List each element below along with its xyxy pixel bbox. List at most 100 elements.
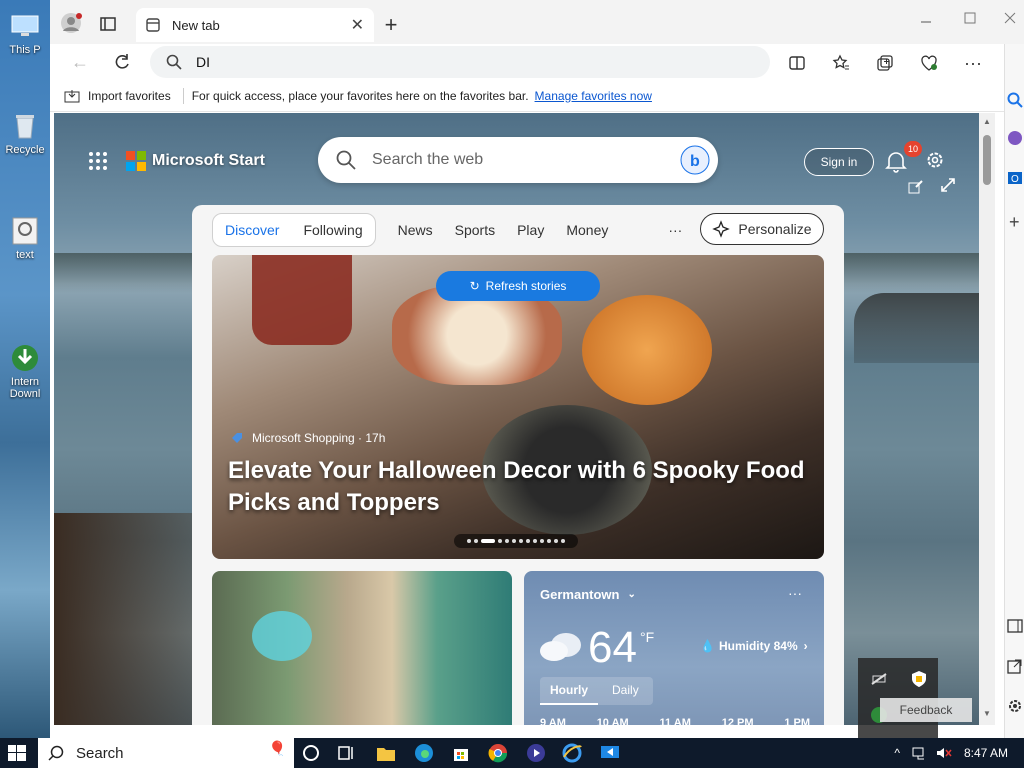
browser-essentials-button[interactable]	[918, 52, 940, 74]
carousel-dot[interactable]	[505, 539, 509, 543]
nav-news[interactable]: News	[398, 222, 433, 238]
tray-app-icon[interactable]	[870, 670, 888, 693]
sidebar-outlook-icon[interactable]: O	[1007, 170, 1023, 191]
volume-muted-icon[interactable]	[936, 746, 952, 760]
sidebar-external-icon[interactable]	[1007, 658, 1023, 679]
back-button[interactable]: ←	[68, 50, 92, 74]
scroll-up-icon[interactable]: ▲	[983, 117, 991, 126]
carousel-dot[interactable]	[526, 539, 530, 543]
carousel-dot[interactable]	[561, 539, 565, 543]
feedback-button[interactable]: Feedback	[880, 698, 972, 722]
notifications-button[interactable]: 10	[884, 141, 922, 178]
microsoft-start-logo[interactable]: Microsoft Start	[126, 151, 265, 171]
new-tab-button[interactable]: +	[380, 12, 402, 37]
taskbar-search-box[interactable]: Search 🎈	[38, 738, 294, 768]
edit-layout-button[interactable]	[908, 179, 924, 200]
taskbar-media-app[interactable]	[526, 743, 546, 768]
address-input-value[interactable]: DI	[196, 54, 210, 70]
page-scrollbar[interactable]: ▲ ▼	[979, 113, 995, 725]
minimize-button[interactable]	[916, 10, 936, 30]
close-window-button[interactable]	[1000, 8, 1020, 28]
taskbar-edge[interactable]	[414, 743, 434, 768]
close-tab-icon[interactable]: ✕	[351, 15, 364, 35]
humidity-readout[interactable]: 💧 Humidity 84% ›	[700, 639, 808, 653]
nav-sports[interactable]: Sports	[455, 222, 495, 238]
carousel-dot[interactable]	[533, 539, 537, 543]
import-favorites-button[interactable]: Import favorites	[64, 89, 171, 103]
desktop-icon-recycle-bin[interactable]: Recycle	[0, 110, 50, 156]
tab-discover[interactable]: Discover	[213, 222, 291, 238]
sidebar-add-icon[interactable]: +	[1009, 212, 1020, 233]
carousel-dot[interactable]	[474, 539, 478, 543]
import-favorites-label: Import favorites	[88, 88, 171, 103]
carousel-dot[interactable]	[498, 539, 502, 543]
tab-daily[interactable]: Daily	[598, 677, 653, 705]
taskbar-internet-explorer[interactable]	[562, 743, 582, 768]
svg-text:b: b	[690, 153, 700, 170]
desktop-icon-this-pc[interactable]: This P	[0, 10, 50, 56]
tab-following[interactable]: Following	[291, 222, 374, 238]
hour-label: 12 PM	[721, 717, 754, 725]
start-button[interactable]	[8, 745, 26, 766]
settings-more-button[interactable]: ···	[962, 52, 984, 74]
network-icon[interactable]	[912, 746, 928, 760]
carousel-dot-active[interactable]	[481, 539, 495, 543]
hero-story-card[interactable]: ↻ Refresh stories Microsoft Shopping · 1…	[212, 255, 824, 559]
maximize-button[interactable]	[960, 8, 980, 28]
weather-location[interactable]: Germantown ⌄	[540, 587, 636, 602]
task-view-button[interactable]	[338, 744, 356, 767]
nav-more-button[interactable]: ···	[668, 222, 682, 238]
carousel-dot[interactable]	[547, 539, 551, 543]
show-hidden-icons-button[interactable]: ^	[894, 746, 900, 760]
scrollbar-thumb[interactable]	[983, 135, 991, 185]
tab-actions-button[interactable]	[98, 14, 118, 34]
carousel-indicator[interactable]	[454, 534, 578, 548]
shopping-source-icon	[232, 433, 242, 443]
more-dots-icon: ···	[964, 52, 982, 73]
beach-story-card[interactable]	[212, 571, 512, 725]
address-bar[interactable]: DI	[150, 46, 770, 78]
nav-money[interactable]: Money	[566, 222, 608, 238]
story-title[interactable]: Elevate Your Halloween Decor with 6 Spoo…	[228, 455, 808, 519]
sidebar-panel-icon[interactable]	[1007, 618, 1023, 639]
tab-hourly[interactable]: Hourly	[540, 677, 599, 705]
favorites-button[interactable]	[830, 52, 852, 74]
personalize-button[interactable]: Personalize	[700, 213, 824, 245]
desktop-icon-text[interactable]: text	[0, 215, 50, 261]
carousel-dot[interactable]	[467, 539, 471, 543]
bing-icon[interactable]: b	[680, 145, 710, 175]
refresh-button[interactable]	[110, 50, 134, 74]
carousel-dot[interactable]	[540, 539, 544, 543]
web-search-box[interactable]: Search the web b	[318, 137, 718, 183]
profile-avatar[interactable]	[60, 12, 82, 34]
sidebar-settings-icon[interactable]	[1007, 698, 1023, 719]
weather-more-button[interactable]: ···	[788, 585, 802, 601]
desktop-icon-idm[interactable]: Intern Downl	[0, 318, 50, 412]
clock-time[interactable]: 8:47 AM	[964, 746, 1008, 760]
taskbar-chrome[interactable]	[488, 743, 508, 768]
manage-favorites-link[interactable]: Manage favorites now	[535, 89, 652, 103]
apps-launcher-button[interactable]	[88, 151, 108, 176]
taskbar-remote-app[interactable]	[600, 743, 620, 768]
nav-play[interactable]: Play	[517, 222, 544, 238]
taskbar-store[interactable]	[452, 744, 470, 767]
sign-in-button[interactable]: Sign in	[804, 148, 874, 176]
carousel-dot[interactable]	[512, 539, 516, 543]
tab-new-tab[interactable]: New tab ✕	[136, 8, 374, 42]
scroll-down-icon[interactable]: ▼	[983, 709, 991, 718]
cortana-button[interactable]	[302, 744, 320, 767]
favbar-divider	[182, 87, 184, 104]
collections-button[interactable]	[874, 52, 896, 74]
weather-card[interactable]: Germantown ⌄ ··· 64 °F 💧 Humidity 84% › …	[524, 571, 824, 725]
carousel-dot[interactable]	[519, 539, 523, 543]
security-shield-icon[interactable]	[910, 670, 928, 693]
carousel-dot[interactable]	[554, 539, 558, 543]
sidebar-shopping-icon[interactable]	[1007, 130, 1023, 151]
page-settings-button[interactable]	[924, 149, 946, 176]
expand-button[interactable]	[940, 177, 956, 198]
sidebar-search-icon[interactable]	[1007, 92, 1023, 113]
taskbar-file-explorer[interactable]	[376, 744, 396, 767]
split-screen-button[interactable]	[786, 52, 808, 74]
pumpkin-image	[582, 295, 712, 405]
refresh-stories-button[interactable]: ↻ Refresh stories	[436, 271, 600, 301]
